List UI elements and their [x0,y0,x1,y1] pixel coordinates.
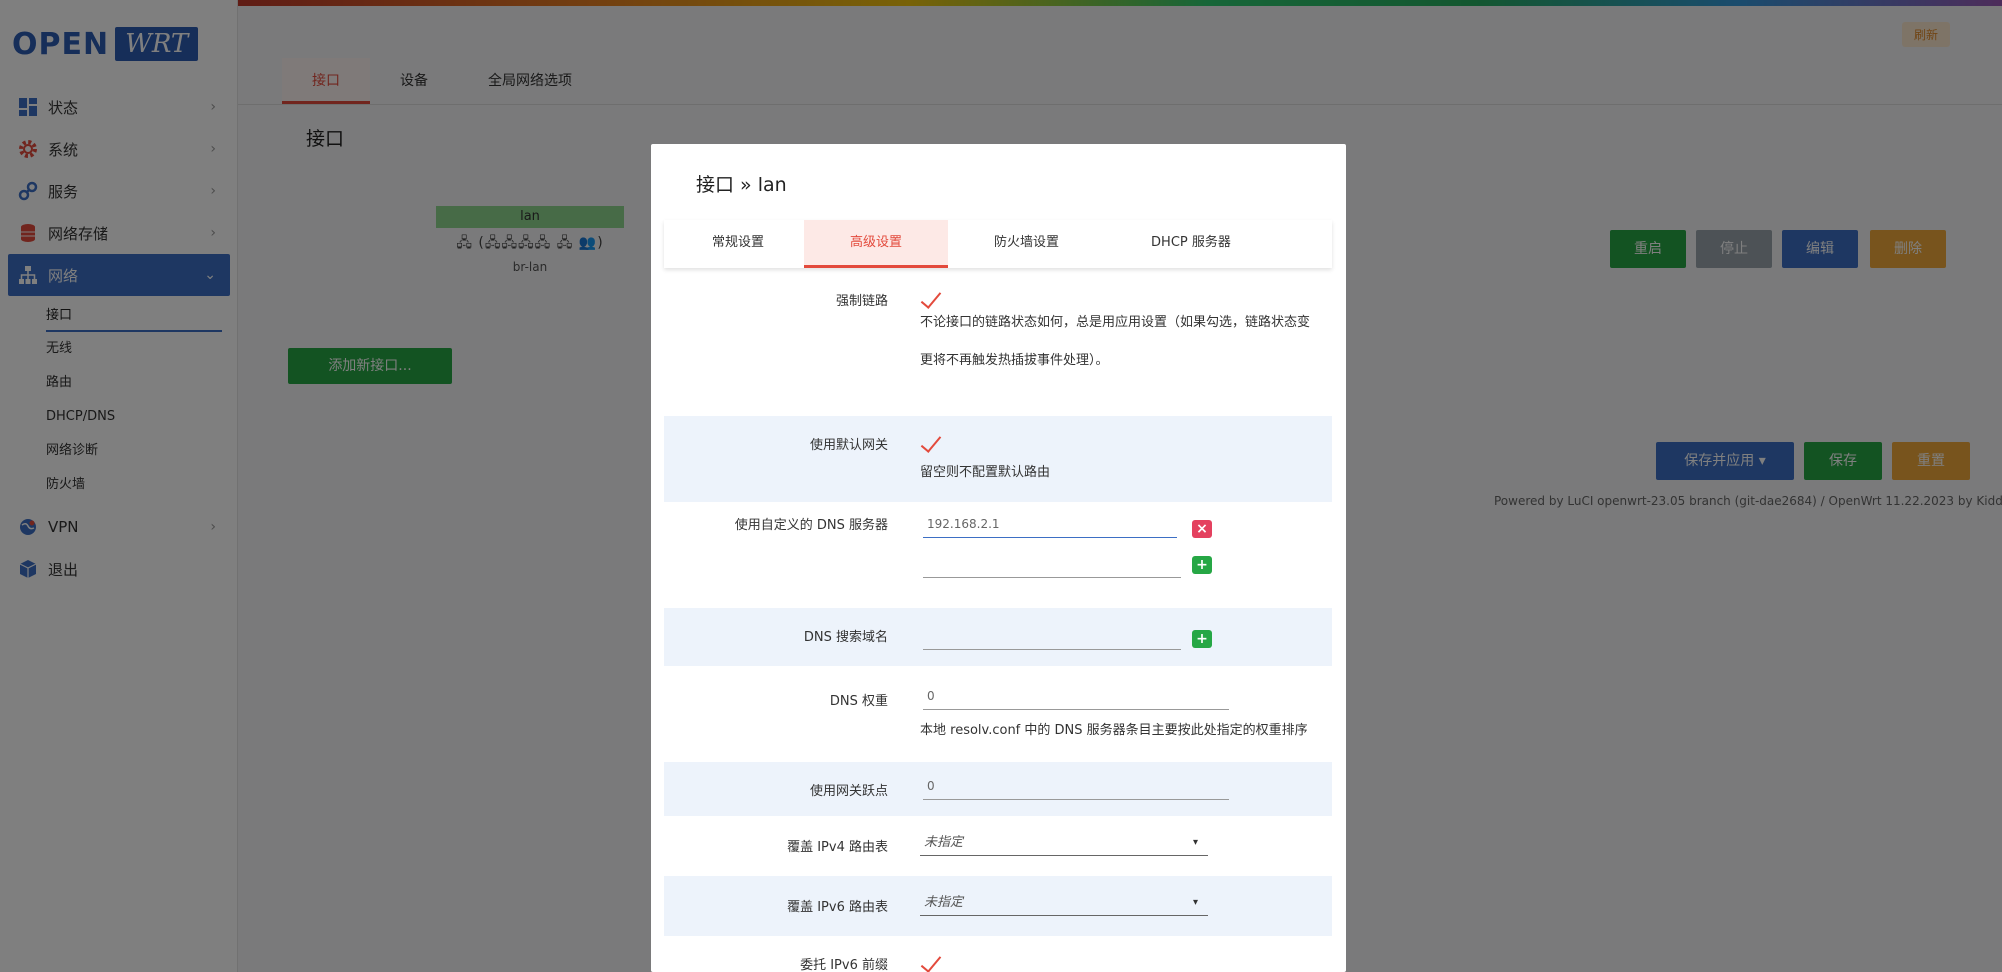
tab-advanced-settings[interactable]: 高级设置 [804,220,949,268]
ipv4-table-select[interactable]: 未指定 ▾ [920,830,1208,856]
row-dns-weight: DNS 权重 本地 resolv.conf 中的 DNS 服务器条目主要按此处指… [664,666,1332,762]
modal-title: 接口 » lan [696,174,787,196]
force-link-description: 不论接口的链路状态如何，总是用应用设置（如果勾选，链路状态变 更将不再触发热插拔… [920,304,1330,380]
delegate-ipv6-label: 委托 IPv6 前缀 [800,958,888,972]
ipv6-table-label: 覆盖 IPv6 路由表 [787,900,888,915]
custom-dns-label: 使用自定义的 DNS 服务器 [734,518,888,533]
dns-weight-label: DNS 权重 [829,694,888,709]
dropdown-arrow-icon: ▾ [1192,897,1198,908]
default-gateway-description: 留空则不配置默认路由 [920,465,1051,480]
row-ipv6-table: 覆盖 IPv6 路由表 未指定 ▾ [664,876,1332,936]
row-dns-search: DNS 搜索域名 + [664,608,1332,666]
custom-dns-input-new[interactable] [923,550,1181,578]
remove-dns-button[interactable]: × [1192,520,1212,538]
ipv6-table-select[interactable]: 未指定 ▾ [920,890,1208,916]
ipv4-table-value: 未指定 [924,835,964,850]
row-force-link: 强制链路 不论接口的链路状态如何，总是用应用设置（如果勾选，链路状态变 更将不再… [664,268,1332,380]
add-dns-button[interactable]: + [1192,556,1212,574]
default-gateway-checkbox[interactable] [920,434,946,454]
ipv6-table-value: 未指定 [924,895,964,910]
interface-edit-modal: 接口 » lan 常规设置 高级设置 防火墙设置 DHCP 服务器 强制链路 不… [651,144,1346,972]
row-gateway-metric: 使用网关跃点 [664,762,1332,816]
row-delegate-ipv6: 委托 IPv6 前缀 [664,936,1332,972]
dropdown-arrow-icon: ▾ [1192,837,1198,848]
dns-weight-input[interactable] [923,682,1229,710]
default-gateway-label: 使用默认网关 [809,438,888,453]
tab-general-settings[interactable]: 常规设置 [664,220,804,268]
force-link-desc-line1: 不论接口的链路状态如何，总是用应用设置（如果勾选，链路状态变 [920,315,1311,330]
modal-tabs: 常规设置 高级设置 防火墙设置 DHCP 服务器 [664,220,1332,268]
row-ipv4-table: 覆盖 IPv4 路由表 未指定 ▾ [664,816,1332,876]
force-link-desc-line2: 更将不再触发热插拔事件处理）。 [920,353,1109,368]
force-link-label: 强制链路 [835,294,888,309]
dns-search-input[interactable] [923,622,1181,650]
custom-dns-input[interactable] [923,510,1177,538]
tab-firewall-settings[interactable]: 防火墙设置 [948,220,1105,268]
dns-weight-description: 本地 resolv.conf 中的 DNS 服务器条目主要按此处指定的权重排序 [920,723,1308,738]
checkmark-icon [920,954,946,972]
dns-search-label: DNS 搜索域名 [803,630,888,645]
gateway-metric-input[interactable] [923,772,1229,800]
tab-dhcp-server[interactable]: DHCP 服务器 [1105,220,1277,268]
row-default-gateway: 使用默认网关 留空则不配置默认路由 [664,416,1332,502]
delegate-ipv6-checkbox[interactable] [920,954,946,972]
checkmark-icon [920,434,946,454]
row-custom-dns: 使用自定义的 DNS 服务器 × + [664,502,1332,608]
ipv4-table-label: 覆盖 IPv4 路由表 [787,840,888,855]
add-dns-search-button[interactable]: + [1192,630,1212,648]
gateway-metric-label: 使用网关跃点 [809,784,888,799]
